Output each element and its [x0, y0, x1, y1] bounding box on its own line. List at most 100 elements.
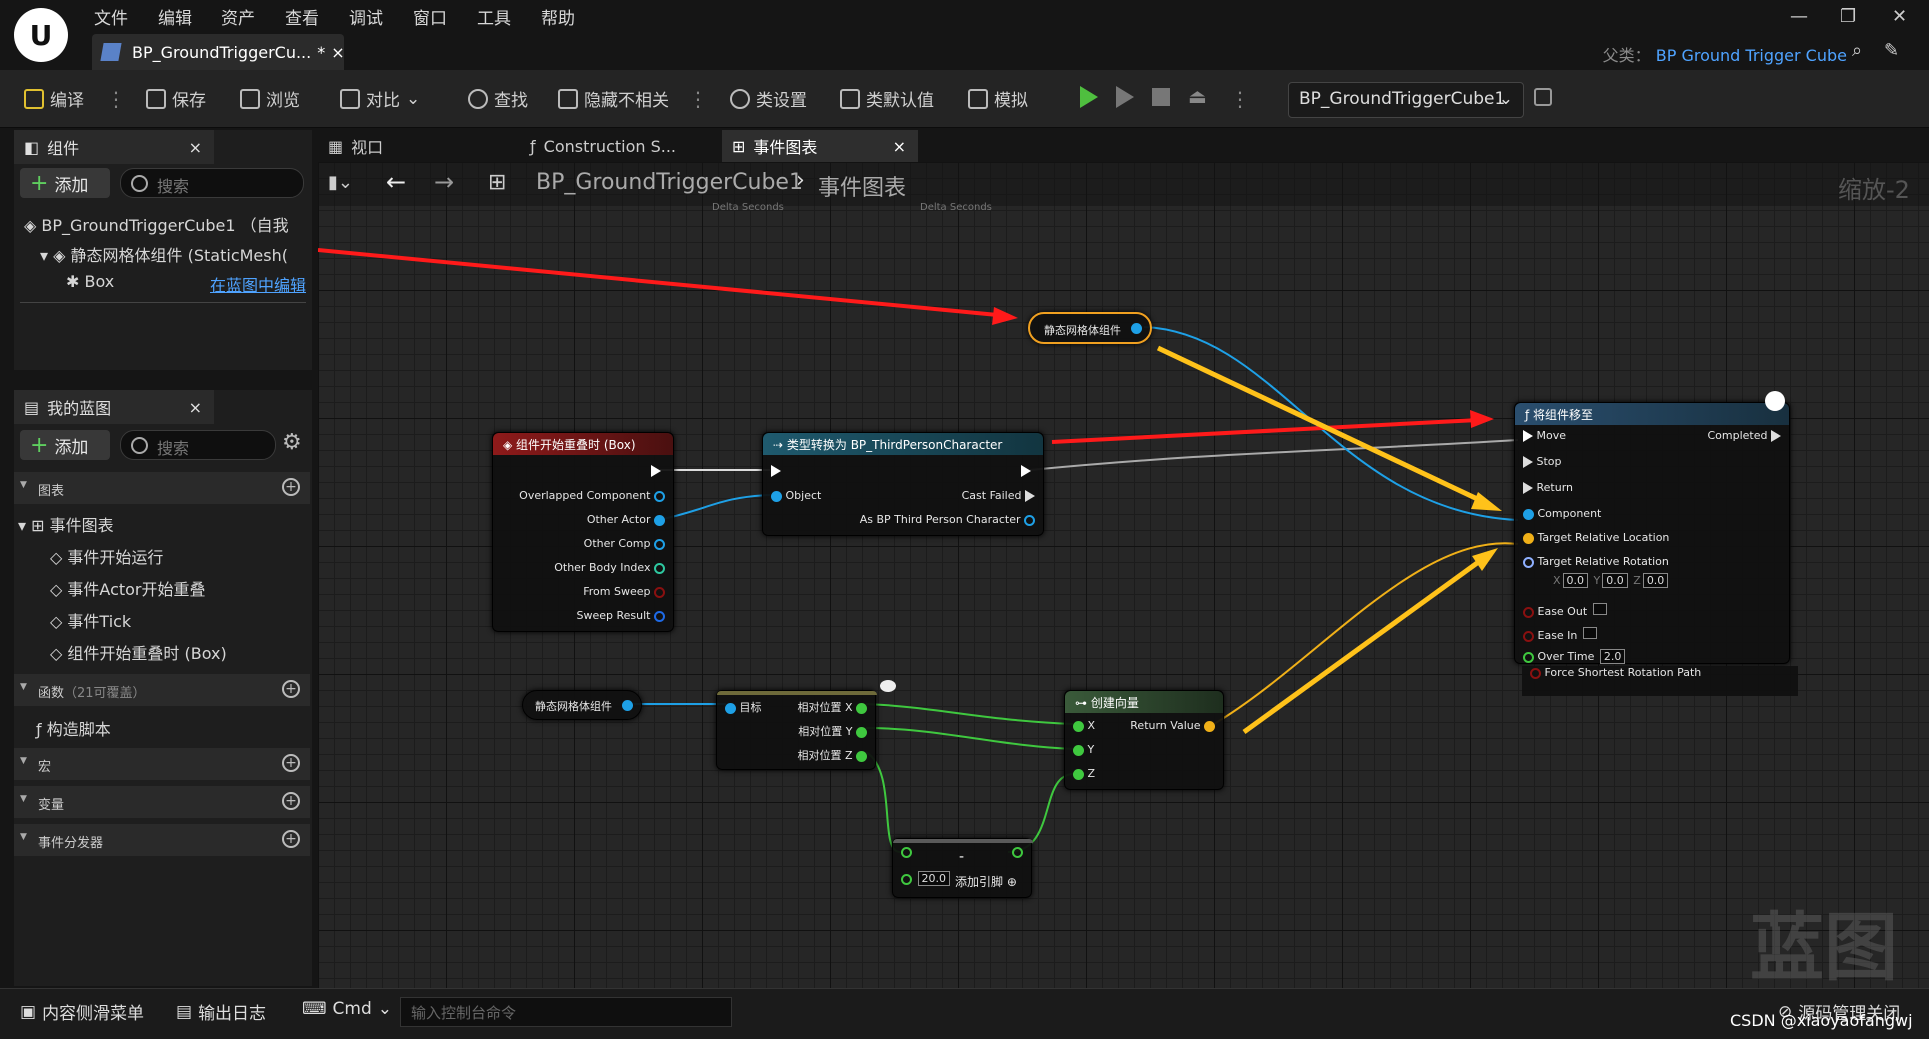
components-search-input[interactable]: 搜索: [120, 168, 304, 198]
event-item[interactable]: ◇ 组件开始重叠时 (Box): [50, 640, 227, 664]
pin-object[interactable]: Object: [771, 489, 821, 502]
add-macro-icon[interactable]: +: [282, 754, 300, 772]
pin-ease-in[interactable]: Ease In: [1523, 627, 1599, 642]
pin-loc-y[interactable]: 相对位置 Y: [798, 723, 867, 739]
stop-icon[interactable]: [1152, 88, 1170, 106]
debug-object-select[interactable]: BP_GroundTriggerCube1 ⌄: [1288, 82, 1524, 118]
restore-icon[interactable]: ❐: [1840, 6, 1856, 27]
add-pin-button[interactable]: 添加引脚 ⊕: [955, 873, 1017, 890]
tab-viewport[interactable]: ▦ 视口: [318, 130, 518, 162]
event-item[interactable]: ◇ 事件Tick: [50, 608, 131, 632]
output-pin[interactable]: [1012, 847, 1023, 858]
add-function-icon[interactable]: +: [282, 680, 300, 698]
components-tab[interactable]: ◧ 组件 ×: [14, 130, 214, 164]
play-icon[interactable]: [1080, 86, 1098, 108]
menu-debug[interactable]: 调试: [349, 4, 383, 29]
pin-return[interactable]: Return: [1523, 481, 1573, 494]
rotation-y-input[interactable]: 0.0: [1602, 573, 1628, 588]
pin-sweep-result[interactable]: Sweep Result: [577, 609, 665, 622]
pin-cast-failed[interactable]: Cast Failed: [962, 489, 1035, 502]
pin-ease-out[interactable]: Ease Out: [1523, 603, 1609, 618]
rotation-x-input[interactable]: 0.0: [1562, 573, 1589, 588]
event-item[interactable]: ◇ 事件Actor开始重叠: [50, 576, 206, 600]
component-static-mesh[interactable]: ▾ ◈ 静态网格体组件 (StaticMesh(: [40, 242, 312, 266]
compile-options-icon[interactable]: ⋮: [106, 84, 126, 114]
component-root[interactable]: ◈ BP_GroundTriggerCube1 （自我: [24, 212, 289, 236]
menu-window[interactable]: 窗口: [413, 4, 447, 29]
pin-as-character[interactable]: As BP Third Person Character: [860, 513, 1035, 526]
pin-move[interactable]: Move: [1523, 429, 1566, 442]
browse-button[interactable]: 浏览: [240, 86, 300, 111]
add-member-button[interactable]: + 添加: [20, 430, 110, 460]
ease-out-checkbox[interactable]: [1592, 603, 1607, 615]
close-icon[interactable]: ×: [189, 138, 202, 157]
pin-z[interactable]: Z: [1073, 767, 1095, 780]
pin-from-sweep[interactable]: From Sweep: [583, 585, 665, 598]
parent-class-link[interactable]: BP Ground Trigger Cube: [1656, 46, 1847, 65]
edit-in-blueprint-link[interactable]: 在蓝图中编辑: [210, 272, 306, 296]
move-component-to-node[interactable]: ƒ 将组件移至 Move Completed Stop Return Compo…: [1514, 391, 1790, 664]
add-graph-icon[interactable]: +: [282, 478, 300, 496]
pin-return-value[interactable]: Return Value: [1130, 719, 1215, 732]
pin-loc-x[interactable]: 相对位置 X: [797, 699, 867, 715]
over-time-input[interactable]: 2.0: [1599, 649, 1626, 664]
close-window-icon[interactable]: ✕: [1892, 6, 1907, 27]
debug-filter-icon[interactable]: [1534, 88, 1552, 106]
content-drawer-button[interactable]: ▣ 内容侧滑菜单: [20, 999, 144, 1025]
menu-asset[interactable]: 资产: [221, 4, 255, 29]
add-dispatcher-icon[interactable]: +: [282, 830, 300, 848]
pin-target-rotation[interactable]: Target Relative Rotation: [1523, 555, 1669, 568]
add-variable-icon[interactable]: +: [282, 792, 300, 810]
exec-out-pin[interactable]: [1021, 465, 1031, 477]
output-pin[interactable]: [1131, 323, 1142, 334]
pin-force-shortest[interactable]: Force Shortest Rotation Path: [1522, 666, 1798, 696]
pin-y[interactable]: Y: [1073, 743, 1094, 756]
subtract-node[interactable]: - 20.0 添加引脚 ⊕: [892, 838, 1033, 898]
pin-other-body-index[interactable]: Other Body Index: [554, 561, 665, 574]
comment-bubble-icon[interactable]: [880, 680, 896, 692]
make-vector-node[interactable]: ⊶ 创建向量 X Return Value Y Z: [1064, 690, 1224, 790]
menu-edit[interactable]: 编辑: [158, 4, 192, 29]
exec-in-pin[interactable]: [771, 465, 781, 477]
find-parent-icon[interactable]: ⌕: [1852, 40, 1862, 61]
add-component-button[interactable]: + 添加: [20, 168, 110, 198]
pin-target[interactable]: 目标: [725, 699, 762, 715]
my-blueprint-search-input[interactable]: 搜索: [120, 430, 276, 460]
cast-node[interactable]: ⇢ 类型转换为 BP_ThirdPersonCharacter Object C…: [762, 432, 1044, 536]
event-item[interactable]: ◇ 事件开始运行: [50, 544, 163, 568]
menu-file[interactable]: 文件: [94, 4, 128, 29]
pin-other-comp[interactable]: Other Comp: [584, 537, 665, 550]
get-relative-location-node[interactable]: 目标 相对位置 X 相对位置 Y 相对位置 Z: [716, 690, 877, 770]
console-command-input[interactable]: 输入控制台命令: [400, 997, 732, 1027]
pin-other-actor[interactable]: Other Actor: [587, 513, 665, 526]
pin-loc-z[interactable]: 相对位置 Z: [797, 747, 867, 763]
pin-stop[interactable]: Stop: [1523, 455, 1562, 468]
my-blueprint-tab[interactable]: ▤ 我的蓝图 ×: [14, 390, 214, 424]
compile-button[interactable]: 编译: [24, 86, 84, 111]
tab-event-graph[interactable]: ⊞ 事件图表 ×: [722, 130, 918, 162]
unreal-logo-icon[interactable]: U: [14, 8, 68, 62]
simulate-button[interactable]: 模拟: [968, 86, 1028, 111]
variables-category[interactable]: 变量 +: [14, 786, 310, 818]
functions-category[interactable]: 函数（21可覆盖） +: [14, 674, 310, 706]
subtract-value-input[interactable]: 20.0: [917, 871, 950, 886]
close-icon[interactable]: ×: [893, 137, 906, 156]
ease-in-checkbox[interactable]: [1582, 627, 1597, 639]
find-button[interactable]: 查找: [468, 86, 528, 111]
eject-icon[interactable]: ⏏: [1188, 84, 1207, 108]
event-graph-canvas[interactable]: ▮⌄ ← → ⊞ BP_GroundTriggerCube1 › 事件图表 缩放…: [318, 162, 1929, 988]
component-box[interactable]: ✱ Box: [66, 272, 114, 291]
class-settings-button[interactable]: 类设置: [730, 86, 807, 111]
more-options-icon[interactable]: ⋮: [688, 84, 708, 114]
construction-script-item[interactable]: ƒ 构造脚本: [36, 716, 111, 740]
overlap-event-node[interactable]: ◈ 组件开始重叠时 (Box) Overlapped Component Oth…: [492, 432, 674, 632]
pin-completed[interactable]: Completed: [1708, 429, 1781, 442]
class-defaults-button[interactable]: 类默认值: [840, 86, 934, 111]
close-icon[interactable]: ×: [189, 398, 202, 417]
gear-icon[interactable]: ⚙: [282, 430, 302, 455]
menu-tools[interactable]: 工具: [477, 4, 511, 29]
menu-help[interactable]: 帮助: [541, 4, 575, 29]
output-log-button[interactable]: ▤ 输出日志: [176, 999, 266, 1025]
close-tab-icon[interactable]: ×: [331, 43, 344, 62]
play-options-icon[interactable]: ⋮: [1230, 84, 1250, 114]
